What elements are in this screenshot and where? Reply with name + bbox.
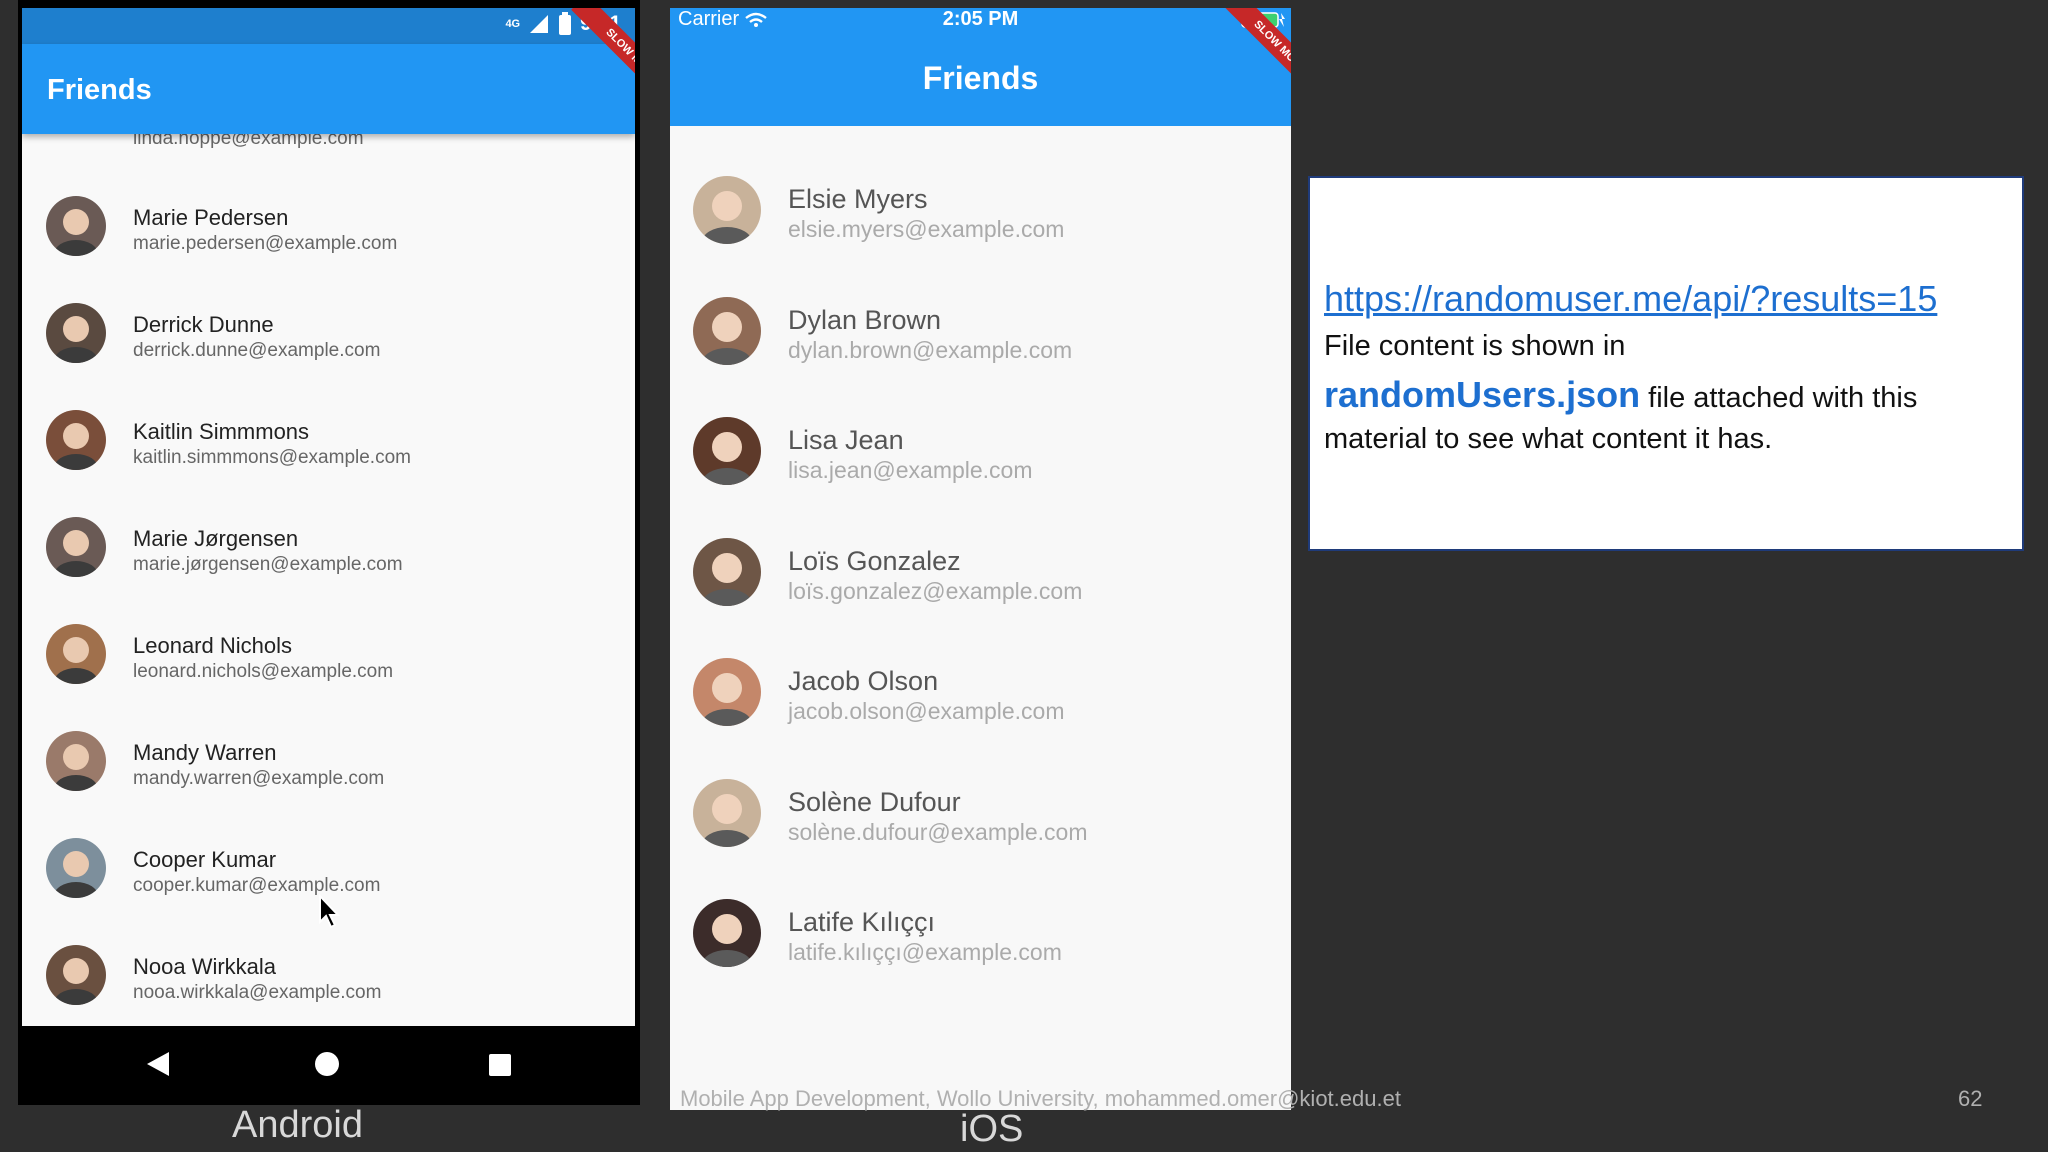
list-item[interactable]: Kaitlin Simmmons kaitlin.simmmons@example… — [22, 395, 635, 502]
friend-email: marie.pedersen@example.com — [133, 233, 398, 254]
info-text-line2: randomUsers.json file attached with this — [1324, 374, 2014, 416]
android-phone: linda.hoppe@example.com Marie Pedersen ma… — [18, 0, 640, 1105]
back-icon[interactable] — [145, 1050, 171, 1078]
list-item[interactable]: Lisa Jean lisa.jean@example.com — [670, 407, 1291, 527]
list-item[interactable]: Loïs Gonzalez loïs.gonzalez@example.com — [670, 528, 1291, 648]
friend-name: Derrick Dunne — [133, 312, 274, 337]
friend-name: Nooa Wirkkala — [133, 954, 277, 979]
friend-name: Lisa Jean — [788, 425, 904, 455]
friend-name: Jacob Olson — [788, 666, 939, 696]
list-item[interactable]: Marie Pedersen marie.pedersen@example.com — [22, 181, 635, 288]
friend-email: lisa.jean@example.com — [788, 457, 1033, 483]
friend-name: Kaitlin Simmmons — [133, 419, 310, 444]
slide-footer: Mobile App Development, Wollo University… — [680, 1086, 1401, 1111]
list-item[interactable]: Leonard Nichols leonard.nichols@example.c… — [22, 609, 635, 716]
friend-name: Elsie Myers — [788, 184, 928, 214]
friend-email: latife.kılıççı@example.com — [788, 939, 1062, 965]
list-item[interactable]: Jacob Olson jacob.olson@example.com — [670, 648, 1291, 768]
friend-email: derrick.dunne@example.com — [133, 340, 381, 361]
friend-email: jacob.olson@example.com — [788, 698, 1065, 724]
friend-email: mandy.warren@example.com — [133, 768, 385, 789]
home-icon[interactable] — [313, 1050, 341, 1078]
page-title: Friends — [922, 60, 1039, 96]
ios-label: iOS — [960, 1108, 1024, 1150]
android-label: Android — [232, 1104, 363, 1146]
friend-email: nooa.wirkkala@example.com — [133, 982, 382, 1003]
avatar — [693, 658, 761, 726]
avatar — [693, 176, 761, 244]
friend-name: Leonard Nichols — [133, 633, 292, 658]
friend-email: dylan.brown@example.com — [788, 336, 1073, 363]
friend-name: Marie Jørgensen — [133, 526, 299, 551]
info-text-line2-rest: file attached with this — [1640, 382, 1918, 414]
friend-name: Marie Pedersen — [133, 205, 289, 230]
list-item[interactable]: Derrick Dunne derrick.dunne@example.com — [22, 288, 635, 395]
list-item[interactable]: Mandy Warren mandy.warren@example.com — [22, 716, 635, 823]
friend-email: marie.jørgensen@example.com — [133, 554, 403, 575]
list-item[interactable]: Solène Dufour solène.dufour@example.com — [670, 769, 1291, 889]
signal-icon — [530, 15, 549, 33]
info-box: https://randomuser.me/api/?results=15 Fi… — [1308, 176, 2024, 551]
info-text-line3: material to see what content it has. — [1324, 423, 1773, 455]
friend-email: cooper.kumar@example.com — [133, 875, 381, 896]
list-item[interactable]: Nooa Wirkkala nooa.wirkkala@example.com — [22, 930, 635, 1026]
avatar — [46, 838, 106, 898]
ios-nav-header: Carrier 2:05 PM Friends — [670, 8, 1291, 126]
battery-icon — [559, 12, 572, 35]
avatar — [46, 945, 106, 1005]
friend-email: solène.dufour@example.com — [788, 818, 1088, 845]
friend-email: kaitlin.simmmons@example.com — [133, 447, 411, 468]
avatar — [46, 303, 106, 363]
avatar — [693, 778, 761, 847]
friend-email: leonard.nichols@example.com — [133, 661, 394, 682]
mouse-cursor-icon — [319, 894, 341, 929]
friend-email: elsie.myers@example.com — [788, 216, 1065, 242]
network-badge: 4G — [505, 18, 521, 30]
avatar — [693, 537, 761, 606]
android-nav-bar — [18, 1026, 640, 1105]
info-text-line1: File content is shown in — [1324, 330, 1626, 362]
friend-name: Loïs Gonzalez — [788, 545, 961, 576]
json-filename: randomUsers.json — [1324, 374, 1641, 415]
avatar — [693, 296, 761, 365]
list-item[interactable]: Elsie Myers elsie.myers@example.com — [670, 166, 1291, 286]
recents-icon[interactable] — [488, 1053, 512, 1077]
api-link[interactable]: https://randomuser.me/api/?results=15 — [1324, 278, 1937, 320]
list-item[interactable]: Marie Jørgensen marie.jørgensen@example.c… — [22, 502, 635, 609]
friend-name: Cooper Kumar — [133, 847, 277, 872]
avatar — [46, 731, 106, 791]
page-title: Friends — [47, 74, 152, 106]
list-item[interactable]: Dylan Brown dylan.brown@example.com — [670, 287, 1291, 407]
friend-name: Dylan Brown — [788, 304, 942, 335]
friend-name: Latife Kılıççı — [788, 907, 936, 937]
list-item[interactable]: Latife Kılıççı latife.kılıççı@example.com — [670, 889, 1291, 1009]
avatar — [46, 624, 106, 684]
android-app-bar: Friends — [22, 44, 635, 134]
android-screen: linda.hoppe@example.com Marie Pedersen ma… — [22, 8, 635, 1026]
friend-email: loïs.gonzalez@example.com — [788, 577, 1083, 604]
ios-status-time: 2:05 PM — [942, 8, 1019, 30]
friend-name: Mandy Warren — [133, 740, 277, 765]
friend-name: Solène Dufour — [788, 786, 961, 817]
page-number: 62 — [1958, 1086, 1983, 1111]
avatar — [693, 417, 761, 485]
android-status-bar: 4G 9:11 — [22, 8, 635, 44]
ios-phone: Carrier 2:05 PM Friends SLOW MODE Elsie … — [670, 8, 1291, 1110]
avatar — [693, 899, 761, 967]
avatar — [46, 196, 106, 256]
avatar — [46, 410, 106, 470]
avatar — [46, 517, 106, 577]
